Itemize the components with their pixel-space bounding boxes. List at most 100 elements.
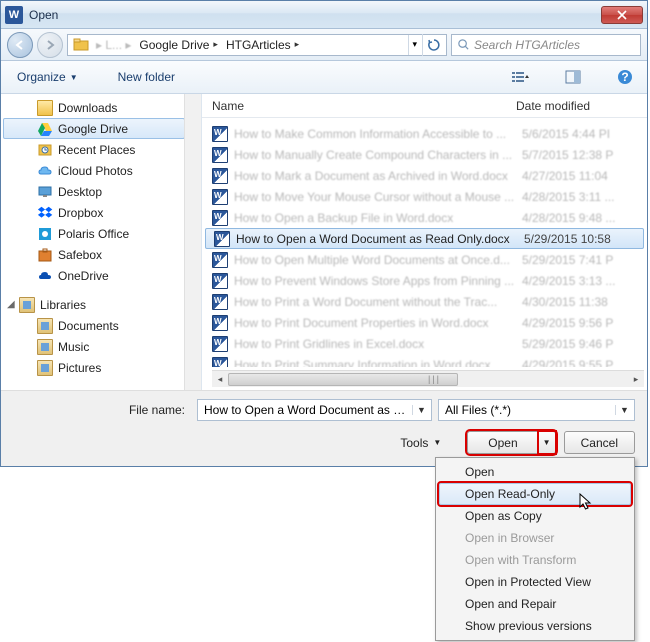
filter-dropdown-arrow[interactable]: ▼ [615, 405, 630, 415]
scroll-right-arrow[interactable]: ▸ [628, 371, 644, 388]
scroll-left-arrow[interactable]: ◂ [212, 371, 228, 388]
breadcrumb-obscured[interactable]: ▸ L... ▸ [92, 35, 135, 55]
filename-dropdown-arrow[interactable]: ▼ [412, 405, 427, 415]
file-type-filter[interactable]: All Files (*.*) ▼ [438, 399, 635, 421]
sidebar-item-safebox[interactable]: Safebox [1, 244, 201, 265]
word-doc-icon [214, 231, 230, 247]
sidebar-lib-documents[interactable]: Documents [1, 315, 201, 336]
breadcrumb-seg-2[interactable]: HTGArticles▸ [222, 35, 303, 55]
sidebar-item-polaris-office[interactable]: Polaris Office [1, 223, 201, 244]
col-name[interactable]: Name [212, 99, 516, 113]
word-app-icon: W [5, 6, 23, 24]
menu-open[interactable]: Open [439, 461, 631, 483]
horizontal-scrollbar[interactable]: ◂ ||| ▸ [212, 370, 644, 387]
open-dropdown-arrow[interactable]: ▼ [539, 432, 555, 453]
open-split-button[interactable]: Open ▼ [467, 431, 555, 454]
folder-icon [73, 37, 89, 53]
file-row[interactable]: How to Print Gridlines in Excel.docx5/29… [202, 333, 647, 354]
file-row[interactable]: How to Mark a Document as Archived in Wo… [202, 165, 647, 186]
word-doc-icon [212, 273, 228, 289]
word-doc-icon [212, 126, 228, 142]
word-doc-icon [212, 147, 228, 163]
sidebar-item-icloud-photos[interactable]: iCloud Photos [1, 160, 201, 181]
sidebar-item-onedrive[interactable]: OneDrive [1, 265, 201, 286]
sidebar-lib-music[interactable]: Music [1, 336, 201, 357]
menu-open-in-protected-view[interactable]: Open in Protected View [439, 571, 631, 593]
file-row[interactable]: How to Prevent Windows Store Apps from P… [202, 270, 647, 291]
scroll-thumb[interactable] [228, 373, 458, 386]
file-row[interactable]: How to Print Document Properties in Word… [202, 312, 647, 333]
menu-open-in-browser: Open in Browser [439, 527, 631, 549]
tools-button[interactable]: Tools▼ [400, 436, 441, 450]
word-doc-icon [212, 168, 228, 184]
search-input[interactable]: Search HTGArticles [451, 34, 641, 56]
sidebar-item-google-drive[interactable]: Google Drive [3, 118, 185, 139]
file-row[interactable]: How to Print a Word Document without the… [202, 291, 647, 312]
menu-open-and-repair[interactable]: Open and Repair [439, 593, 631, 615]
word-doc-icon [212, 315, 228, 331]
menu-show-previous-versions[interactable]: Show previous versions [439, 615, 631, 637]
open-dialog: W Open ▸ L... ▸ Google Drive▸ HTGArticle… [0, 0, 648, 467]
forward-button[interactable] [37, 32, 63, 58]
sidebar-item-recent-places[interactable]: Recent Places [1, 139, 201, 160]
menu-open-with-transform: Open with Transform [439, 549, 631, 571]
help-icon: ? [617, 69, 633, 85]
breadcrumb-seg-1[interactable]: Google Drive▸ [135, 35, 222, 55]
close-button[interactable] [601, 6, 643, 24]
refresh-button[interactable] [422, 34, 444, 56]
open-button[interactable]: Open [468, 432, 538, 453]
word-doc-icon [212, 252, 228, 268]
open-dropdown-menu[interactable]: OpenOpen Read-OnlyOpen as CopyOpen in Br… [435, 457, 635, 641]
sidebar-item-dropbox[interactable]: Dropbox [1, 202, 201, 223]
close-icon [617, 10, 627, 20]
sidebar-item-desktop[interactable]: Desktop [1, 181, 201, 202]
cancel-button[interactable]: Cancel [564, 431, 635, 454]
file-row[interactable]: How to Print Summary Information in Word… [202, 354, 647, 367]
file-row[interactable]: How to Open Multiple Word Documents at O… [202, 249, 647, 270]
sidebar-libraries-header[interactable]: ◢Libraries [1, 294, 201, 315]
help-button[interactable]: ? [613, 66, 637, 88]
sidebar-lib-pictures[interactable]: Pictures [1, 357, 201, 378]
bottom-panel: File name: How to Open a Word Document a… [1, 390, 647, 466]
view-options-button[interactable] [509, 66, 533, 88]
col-date[interactable]: Date modified [516, 99, 647, 113]
back-arrow-icon [14, 39, 26, 51]
sidebar-item-downloads[interactable]: Downloads [1, 97, 201, 118]
sidebar[interactable]: DownloadsGoogle DriveRecent PlacesiCloud… [1, 94, 202, 390]
back-button[interactable] [7, 32, 33, 58]
svg-text:?: ? [621, 70, 628, 84]
file-row[interactable]: How to Open a Word Document as Read Only… [205, 228, 644, 249]
word-doc-icon [212, 357, 228, 368]
new-folder-button[interactable]: New folder [112, 66, 181, 88]
word-doc-icon [212, 189, 228, 205]
word-doc-icon [212, 210, 228, 226]
preview-pane-button[interactable] [561, 66, 585, 88]
file-row[interactable]: How to Manually Create Compound Characte… [202, 144, 647, 165]
file-row[interactable]: How to Move Your Mouse Cursor without a … [202, 186, 647, 207]
search-placeholder: Search HTGArticles [474, 38, 580, 52]
organize-button[interactable]: Organize▼ [11, 66, 84, 88]
column-headers[interactable]: Name Date modified [202, 94, 647, 118]
menu-open-read-only[interactable]: Open Read-Only [439, 483, 631, 505]
breadcrumb-dropdown[interactable]: ▾ [408, 35, 420, 55]
body-area: DownloadsGoogle DriveRecent PlacesiCloud… [1, 94, 647, 390]
breadcrumb[interactable]: ▸ L... ▸ Google Drive▸ HTGArticles▸ ▾ [67, 34, 447, 56]
filename-input[interactable]: How to Open a Word Document as Rea ▼ [197, 399, 432, 421]
refresh-icon [427, 38, 441, 52]
preview-icon [565, 70, 581, 84]
word-doc-icon [212, 336, 228, 352]
search-icon [457, 38, 470, 51]
menu-open-as-copy[interactable]: Open as Copy [439, 505, 631, 527]
window-title: Open [29, 8, 601, 22]
file-row[interactable]: How to Make Common Information Accessibl… [202, 123, 647, 144]
word-doc-icon [212, 294, 228, 310]
file-area: Name Date modified How to Make Common In… [202, 94, 647, 390]
toolbar: Organize▼ New folder ? [1, 61, 647, 94]
file-row[interactable]: How to Open a Backup File in Word.docx4/… [202, 207, 647, 228]
file-list[interactable]: How to Make Common Information Accessibl… [202, 118, 647, 367]
forward-arrow-icon [44, 39, 56, 51]
filename-label: File name: [13, 403, 191, 417]
view-icon [511, 70, 531, 84]
titlebar[interactable]: W Open [1, 1, 647, 29]
nav-bar: ▸ L... ▸ Google Drive▸ HTGArticles▸ ▾ Se… [1, 29, 647, 61]
